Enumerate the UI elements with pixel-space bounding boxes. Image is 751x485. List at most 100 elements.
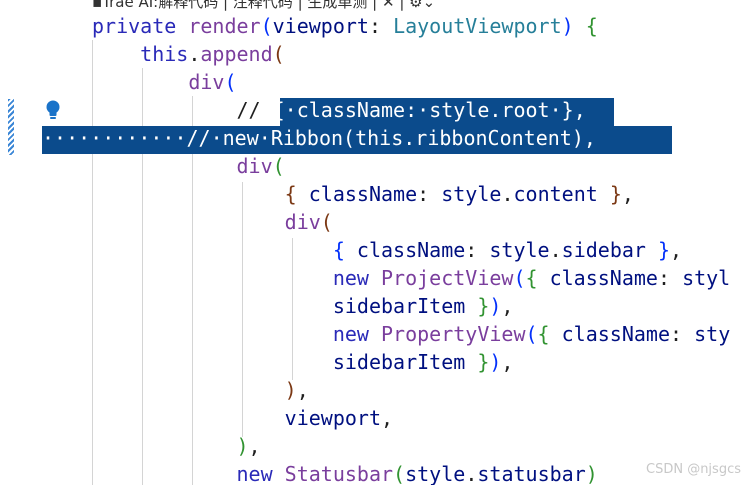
code-token: : bbox=[417, 182, 442, 206]
code-line[interactable]: // {·className:·style.root·}, bbox=[92, 96, 586, 124]
code-line[interactable]: new PropertyView({ className: sty bbox=[92, 320, 730, 348]
code-line[interactable]: this.append( bbox=[92, 40, 285, 68]
code-line[interactable]: private render(viewport: LayoutViewport)… bbox=[92, 12, 598, 40]
code-token: Statusbar bbox=[284, 462, 394, 485]
code-token: render bbox=[188, 14, 261, 38]
code-line[interactable]: div( bbox=[92, 152, 285, 180]
code-line[interactable]: { className: style.content }, bbox=[92, 180, 634, 208]
code-token: } bbox=[609, 182, 622, 206]
code-token: Ribbon(this.ribbonContent), bbox=[270, 126, 596, 150]
code-token: , bbox=[501, 350, 514, 374]
code-token: . bbox=[188, 42, 201, 66]
code-token: ) bbox=[284, 378, 297, 402]
code-line[interactable]: viewport, bbox=[92, 404, 393, 432]
code-editor[interactable]: ▪Trae AI:解释代码 | 注释代码 | 生成单测 | ✕ | ⚙⌄ pri… bbox=[0, 0, 751, 485]
code-token: , bbox=[501, 294, 514, 318]
code-line[interactable]: ), bbox=[92, 376, 309, 404]
code-token: viewport bbox=[284, 406, 381, 430]
code-token: div bbox=[236, 154, 273, 178]
code-token: new bbox=[222, 126, 259, 150]
code-token: , bbox=[296, 378, 309, 402]
code-token: { bbox=[332, 238, 345, 262]
code-line[interactable]: sidebarItem }), bbox=[92, 348, 514, 376]
code-token: statusbar bbox=[477, 462, 586, 485]
code-token: sidebar bbox=[561, 238, 646, 262]
code-token: · bbox=[258, 126, 271, 150]
code-token: } bbox=[477, 350, 490, 374]
code-token: ( bbox=[272, 154, 285, 178]
code-token: ············ bbox=[42, 126, 187, 150]
code-token: this bbox=[140, 42, 189, 66]
code-token: · bbox=[549, 98, 562, 122]
code-token: , bbox=[248, 434, 261, 458]
code-token: : bbox=[465, 238, 490, 262]
code-token: className bbox=[549, 266, 658, 290]
code-token: styl bbox=[682, 266, 731, 290]
code-token: ( bbox=[272, 42, 285, 66]
lightbulb-icon[interactable] bbox=[44, 99, 62, 121]
code-token: style.root bbox=[429, 98, 550, 122]
code-line[interactable]: ), bbox=[92, 432, 261, 460]
code-token: } bbox=[658, 238, 671, 262]
code-token: className bbox=[308, 182, 418, 206]
code-token: content bbox=[513, 182, 598, 206]
code-token: ProjectView bbox=[381, 266, 514, 290]
code-line[interactable]: div( bbox=[92, 68, 237, 96]
code-token: { bbox=[585, 14, 598, 38]
code-line[interactable]: new ProjectView({ className: styl bbox=[92, 264, 730, 292]
code-token: , bbox=[670, 238, 683, 262]
code-token: LayoutViewport bbox=[393, 14, 562, 38]
code-token: ) bbox=[236, 434, 249, 458]
code-token: , bbox=[380, 406, 394, 430]
modified-lines-gutter-mark bbox=[8, 99, 14, 155]
code-line[interactable]: sidebarItem }), bbox=[92, 292, 514, 320]
code-token: style bbox=[441, 182, 502, 206]
code-token: . bbox=[465, 462, 478, 485]
code-token: ( bbox=[525, 322, 538, 346]
code-token: // bbox=[186, 126, 211, 150]
code-line[interactable]: div( bbox=[92, 208, 333, 236]
code-token: sidebarItem bbox=[332, 350, 466, 374]
code-token: · bbox=[417, 98, 430, 122]
code-line[interactable]: new Statusbar(style.statusbar) bbox=[92, 460, 598, 485]
code-token: new bbox=[236, 462, 273, 485]
ai-codelens-hint[interactable]: ▪Trae AI:解释代码 | 注释代码 | 生成单测 | ✕ | ⚙⌄ bbox=[92, 0, 435, 12]
code-token: ) bbox=[561, 14, 574, 38]
code-token: style bbox=[489, 238, 550, 262]
code-line[interactable]: ············//·new·Ribbon(this.ribbonCon… bbox=[42, 124, 596, 152]
code-token: viewport bbox=[272, 14, 369, 38]
code-token: { bbox=[284, 182, 297, 206]
code-token: div bbox=[284, 210, 321, 234]
code-token: div bbox=[188, 70, 225, 94]
code-token: , bbox=[621, 182, 634, 206]
code-token: className: bbox=[296, 98, 418, 122]
code-token: } bbox=[477, 294, 490, 318]
code-token: }, bbox=[561, 98, 586, 122]
code-token: new bbox=[332, 266, 369, 290]
code-token: style bbox=[405, 462, 466, 485]
code-token: PropertyView bbox=[381, 322, 526, 346]
code-line[interactable]: { className: style.sidebar }, bbox=[92, 236, 682, 264]
code-token: ( bbox=[513, 266, 526, 290]
code-token: ) bbox=[585, 462, 598, 485]
code-token: ( bbox=[224, 70, 237, 94]
code-token: append bbox=[200, 42, 273, 66]
